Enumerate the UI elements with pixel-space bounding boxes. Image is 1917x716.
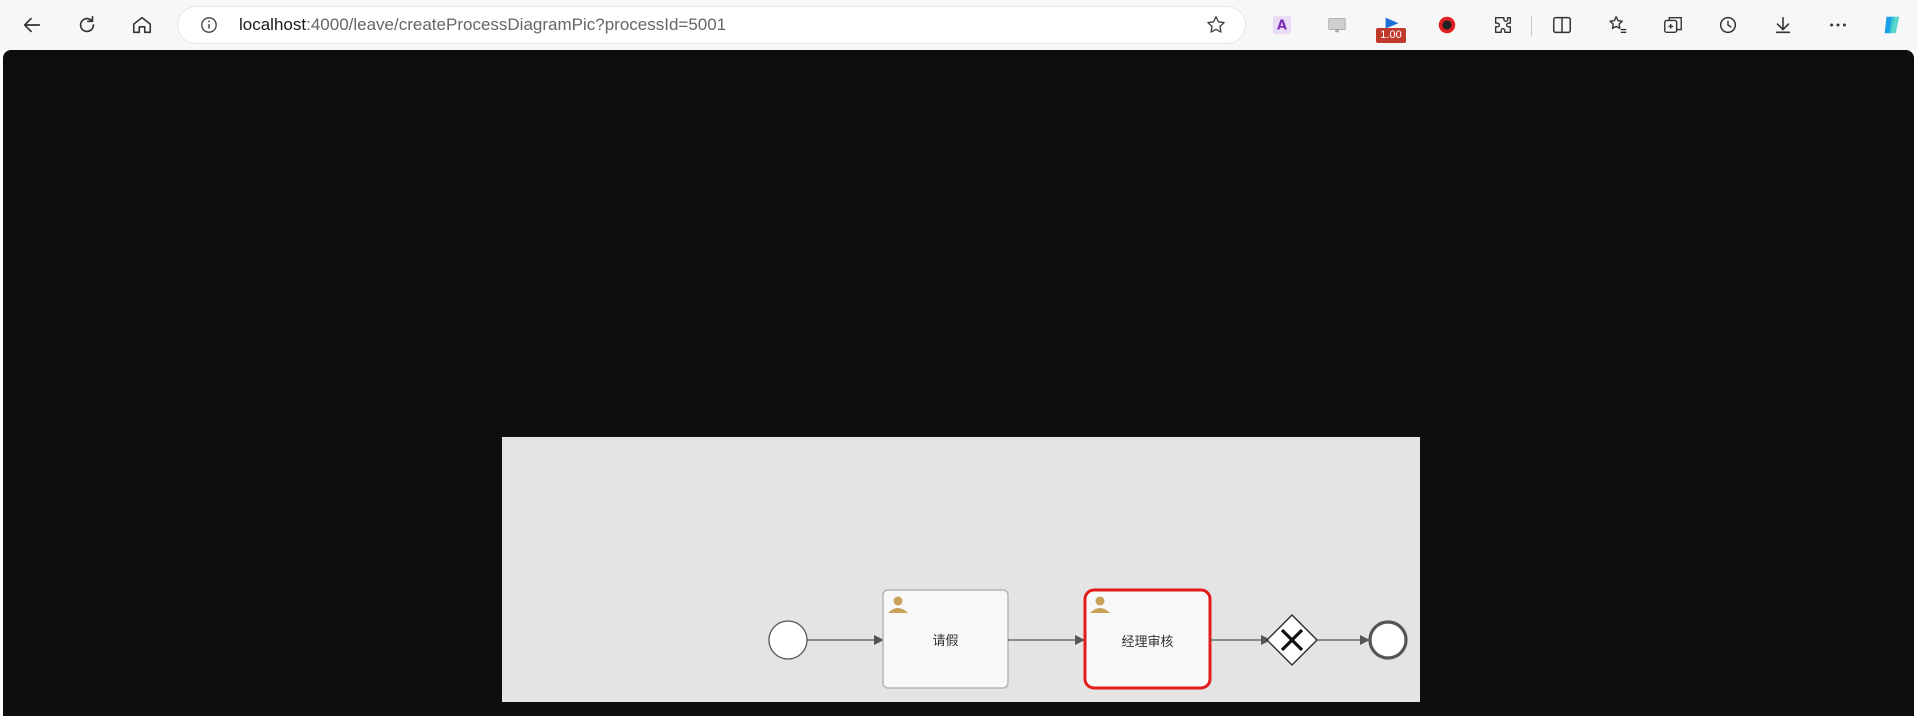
svg-text:A: A [1277, 19, 1287, 34]
monitor-icon [1328, 18, 1346, 33]
url-path: :4000/leave/createProcessDiagramPic?proc… [306, 15, 727, 34]
back-arrow-icon [23, 17, 41, 33]
process-diagram-svg: 请假 经理审核 [768, 588, 1408, 690]
exclusive-gateway [1265, 613, 1319, 667]
favorites-button[interactable] [1603, 10, 1633, 40]
back-button[interactable] [17, 10, 47, 40]
home-button[interactable] [127, 10, 157, 40]
favorites-star-list-icon [1609, 16, 1627, 34]
record-icon [1438, 16, 1456, 34]
more-menu-button[interactable] [1823, 10, 1853, 40]
url-text[interactable]: localhost:4000/leave/createProcessDiagra… [239, 15, 726, 35]
process-diagram-image: 请假 经理审核 [502, 437, 1420, 702]
copilot-button[interactable] [1877, 10, 1907, 40]
start-event [768, 620, 808, 660]
extensions-button[interactable] [1488, 10, 1518, 40]
history-button[interactable] [1713, 10, 1743, 40]
split-screen-icon [1553, 16, 1571, 34]
downloads-button[interactable] [1768, 10, 1798, 40]
address-bar[interactable]: localhost:4000/leave/createProcessDiagra… [178, 7, 1245, 43]
history-clock-icon [1719, 16, 1737, 34]
collections-icon [1664, 16, 1682, 34]
site-info-icon[interactable] [200, 16, 218, 34]
task-manager-review: 经理审核 [1083, 588, 1212, 690]
browser-toolbar: localhost:4000/leave/createProcessDiagra… [0, 0, 1917, 50]
ellipsis-icon [1830, 23, 1846, 27]
extension-badge: 1.00 [1376, 28, 1406, 43]
toolbar-divider [1531, 16, 1532, 36]
screen-extension-button[interactable] [1322, 10, 1352, 40]
end-event [1368, 620, 1408, 660]
url-host: localhost [239, 15, 307, 34]
home-icon [132, 16, 152, 34]
task-2-label: 经理审核 [1121, 635, 1173, 650]
page-viewport: 请假 经理审核 [3, 50, 1914, 716]
split-screen-button[interactable] [1547, 10, 1577, 40]
read-aloud-extension-button[interactable]: A [1267, 10, 1297, 40]
task-leave-request: 请假 [882, 589, 1009, 689]
puzzle-icon [1494, 16, 1512, 34]
task-1-label: 请假 [932, 634, 958, 649]
reload-button[interactable] [72, 10, 102, 40]
translate-a-icon: A [1272, 15, 1292, 35]
favorite-star-icon[interactable] [1205, 14, 1227, 36]
copilot-icon [1884, 16, 1900, 34]
record-extension-button[interactable] [1432, 10, 1462, 40]
collections-button[interactable] [1658, 10, 1688, 40]
reload-icon [79, 15, 95, 33]
download-icon [1775, 16, 1791, 34]
